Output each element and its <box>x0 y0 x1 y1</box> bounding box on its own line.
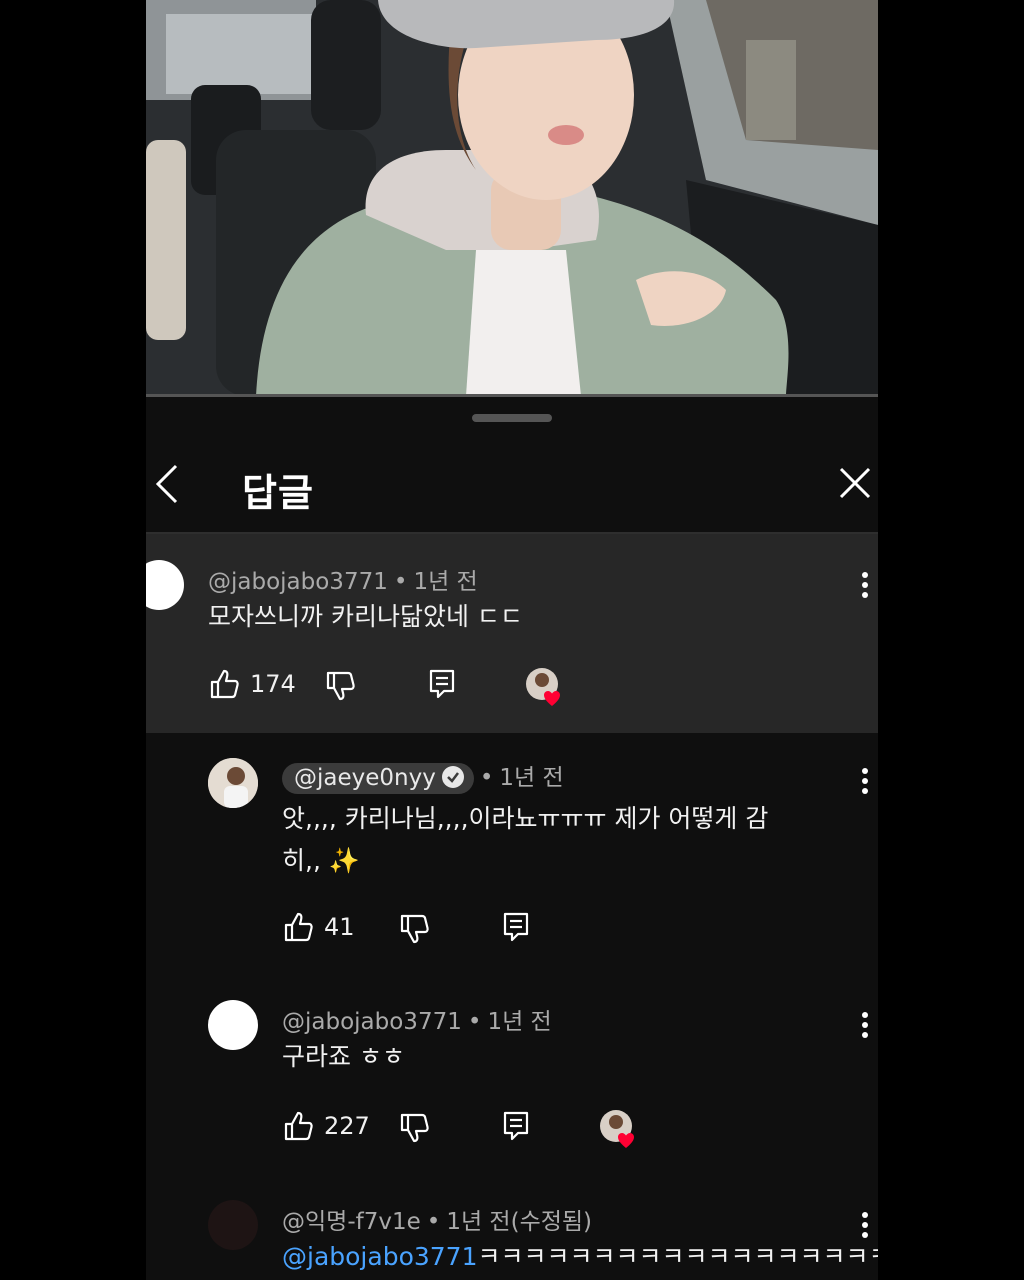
comment-author[interactable]: @jabojabo3771 <box>208 569 388 595</box>
reply-comment: @jabojabo3771 • 1년 전 구라죠 ㅎㅎ 227 <box>146 980 878 1170</box>
comment-time: 1년 전 <box>487 1009 552 1035</box>
more-vert-icon[interactable] <box>855 764 875 798</box>
parent-comment: @jabojabo3771 • 1년 전 모자쓰니까 카리나닮았네 ㄷㄷ 174 <box>146 534 878 733</box>
page-title: 답글 <box>242 471 314 515</box>
sheet-drag-handle[interactable] <box>472 414 552 422</box>
thumb-up-icon <box>210 669 239 699</box>
replies-header: 답글 <box>146 440 878 532</box>
comment-meta: @jabojabo3771 • 1년 전 <box>282 1009 552 1035</box>
close-icon[interactable] <box>838 466 872 500</box>
comment-author: @jaeye0nyy <box>294 765 436 791</box>
reply-comment: @jaeye0nyy • 1년 전 앗,,,, 카리나님,,,,이라뇨ㅠㅠㅠ 제가 … <box>146 740 878 970</box>
more-vert-icon[interactable] <box>855 1008 875 1042</box>
reply-icon[interactable] <box>502 911 530 943</box>
video-player[interactable] <box>146 0 878 396</box>
comment-author[interactable]: @jabojabo3771 <box>282 1009 462 1035</box>
comment-meta: @jaeye0nyy • 1년 전 <box>282 758 564 794</box>
verified-check-icon <box>441 766 464 788</box>
mention-link[interactable]: @jabojabo3771 <box>282 1242 477 1271</box>
thumb-down-icon[interactable] <box>398 913 430 945</box>
comment-text-body: ㅋㅋㅋㅋㅋㅋㅋㅋㅋㅋㅋㅋㅋㅋㅋㅋㅋㅋㅋ <box>477 1242 878 1271</box>
video-progress-bar[interactable] <box>146 394 878 397</box>
comment-text: @jabojabo3771ㅋㅋㅋㅋㅋㅋㅋㅋㅋㅋㅋㅋㅋㅋㅋㅋㅋㅋㅋ <box>282 1236 878 1278</box>
comment-text: 구라죠 ㅎㅎ <box>282 1042 405 1071</box>
creator-heart <box>598 1108 638 1148</box>
comment-text-line: 히,, ✨ <box>282 846 360 875</box>
avatar[interactable] <box>146 560 184 610</box>
comment-meta: @익명-f7v1e • 1년 전(수정됨) <box>282 1209 593 1235</box>
like-button[interactable]: 174 <box>208 668 296 700</box>
comment-time: 1년 전(수정됨) <box>446 1209 593 1235</box>
more-vert-icon[interactable] <box>855 568 875 602</box>
heart-icon <box>526 668 560 706</box>
creator-heart <box>524 666 564 706</box>
thumb-up-icon <box>284 912 313 942</box>
like-count: 227 <box>324 1112 370 1140</box>
thumb-down-icon[interactable] <box>324 670 356 702</box>
avatar[interactable] <box>208 1200 258 1250</box>
like-button[interactable]: 227 <box>282 1110 370 1142</box>
comment-meta: @jabojabo3771 • 1년 전 <box>208 569 478 595</box>
avatar[interactable] <box>208 758 258 808</box>
thumb-down-icon[interactable] <box>398 1112 430 1144</box>
reply-icon[interactable] <box>502 1110 530 1142</box>
comment-text: 앗,,,, 카리나님,,,,이라뇨ㅠㅠㅠ 제가 어떻게 감 히,, ✨ <box>282 798 768 882</box>
like-button[interactable]: 41 <box>282 911 355 943</box>
comment-author[interactable]: @익명-f7v1e <box>282 1209 421 1235</box>
comment-text-line: 앗,,,, 카리나님,,,,이라뇨ㅠㅠㅠ 제가 어떻게 감 <box>282 804 769 833</box>
more-vert-icon[interactable] <box>855 1208 875 1242</box>
reply-icon[interactable] <box>428 668 456 700</box>
comment-time: 1년 전 <box>499 765 564 791</box>
heart-icon <box>600 1110 634 1148</box>
video-frame <box>146 0 878 396</box>
reply-comment: @익명-f7v1e • 1년 전(수정됨) @jabojabo3771ㅋㅋㅋㅋㅋㅋㅋ… <box>146 1180 878 1280</box>
comment-text: 모자쓰니까 카리나닮았네 ㄷㄷ <box>208 602 523 631</box>
app-screen: 답글 @jabojabo3771 • 1년 전 모자쓰니까 카리나닮았네 ㄷㄷ 17… <box>146 0 878 1280</box>
avatar[interactable] <box>208 1000 258 1050</box>
like-count: 41 <box>324 913 355 941</box>
back-arrow-icon[interactable] <box>152 462 182 506</box>
thumb-up-icon <box>284 1111 313 1141</box>
like-count: 174 <box>250 670 296 698</box>
avatar-image <box>208 758 258 808</box>
creator-handle-pill[interactable]: @jaeye0nyy <box>282 763 474 794</box>
comment-time: 1년 전 <box>413 569 478 595</box>
